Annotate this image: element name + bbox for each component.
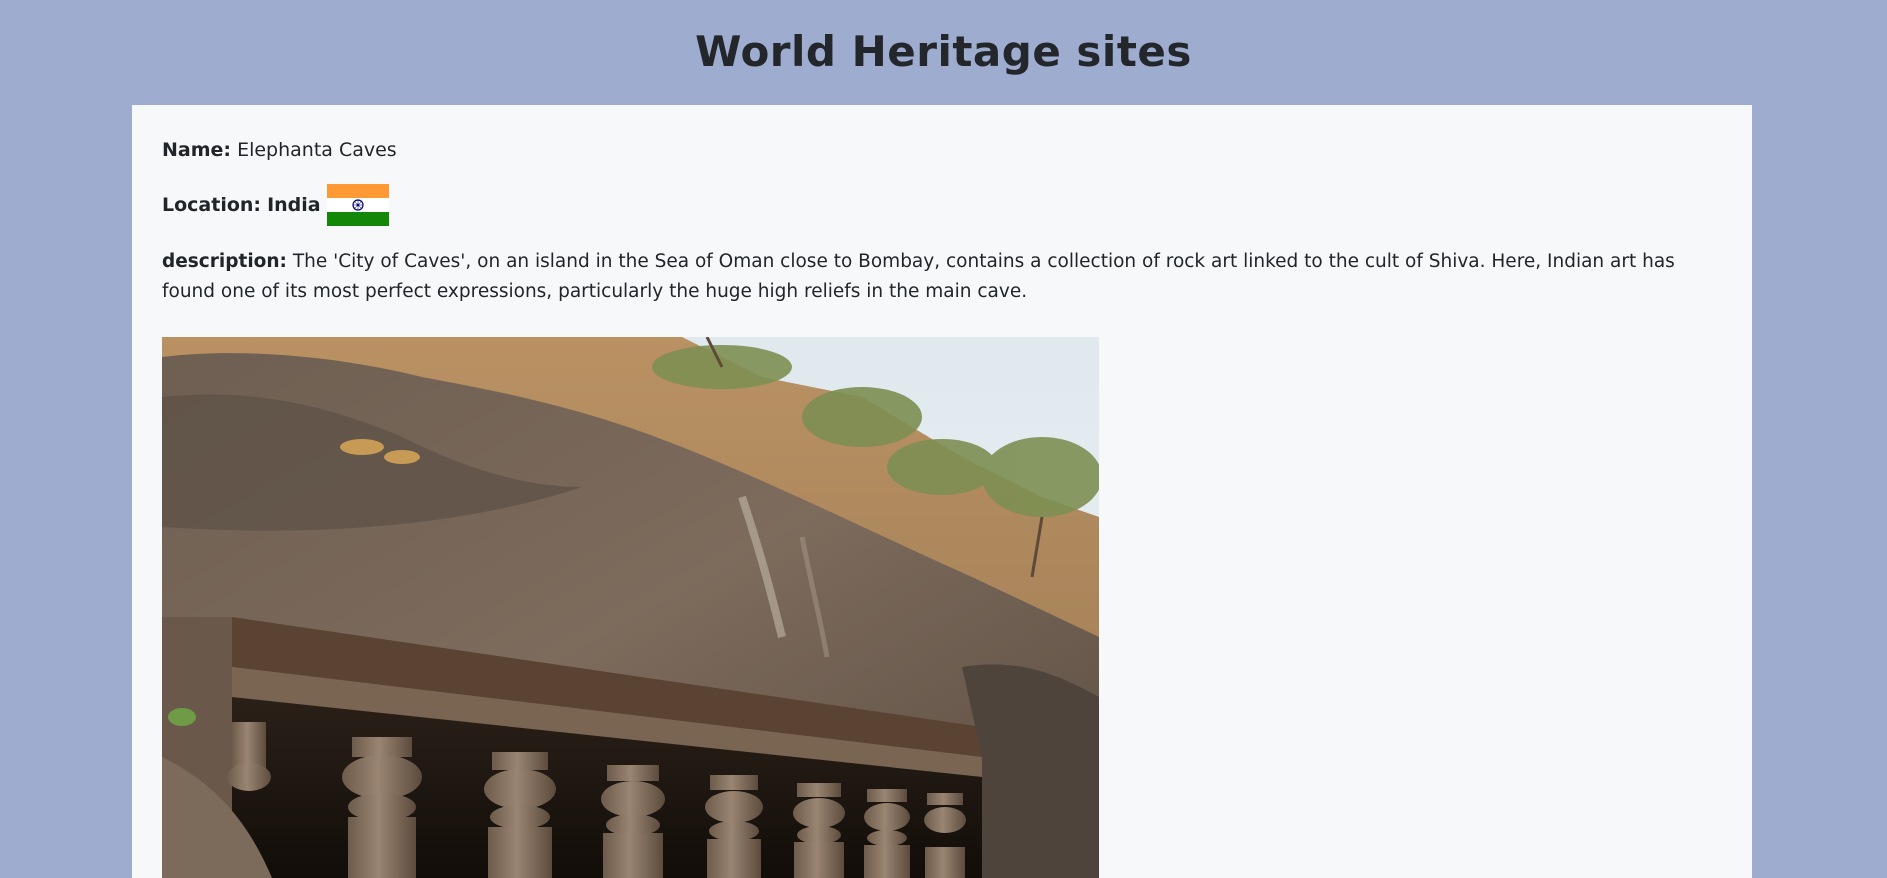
site-description-row: description: The 'City of Caves', on an … <box>162 247 1722 307</box>
site-photo <box>162 337 1099 878</box>
site-location-label: Location: <box>162 194 262 216</box>
site-details: Name: Elephanta Caves Location: India de… <box>162 135 1722 307</box>
site-name-value: Elephanta Caves <box>237 139 397 161</box>
site-location-value: India <box>267 194 321 216</box>
elephanta-caves-image <box>162 337 1099 878</box>
site-name-row: Name: Elephanta Caves <box>162 135 1722 165</box>
site-card: Name: Elephanta Caves Location: India de… <box>132 105 1752 878</box>
site-description-label: description: <box>162 251 287 272</box>
site-name-label: Name: <box>162 139 232 161</box>
page-title: World Heritage sites <box>695 27 1192 76</box>
site-description-value: The 'City of Caves', on an island in the… <box>162 251 1675 302</box>
site-location-row: Location: India <box>162 183 1722 227</box>
india-flag-icon <box>326 184 389 226</box>
